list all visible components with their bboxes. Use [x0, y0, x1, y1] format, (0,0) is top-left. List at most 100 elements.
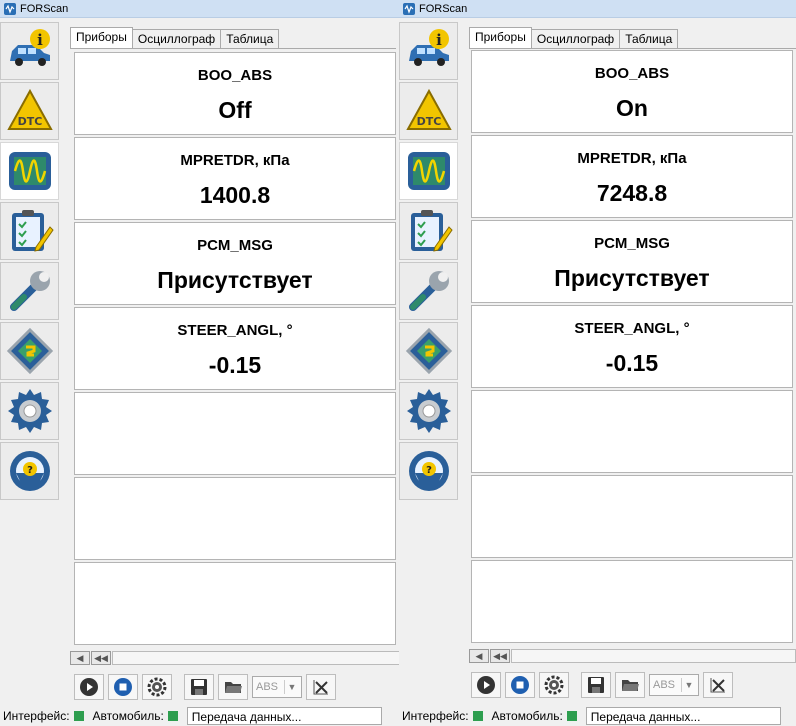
- tab-gauges[interactable]: Приборы: [70, 27, 133, 48]
- module-select-value: ABS: [653, 679, 676, 691]
- chevron-down-icon: ▼: [284, 680, 299, 694]
- gear-icon: [544, 675, 564, 695]
- gauge-panel-empty[interactable]: [74, 477, 396, 560]
- sidebar-item-oscilloscope[interactable]: [399, 142, 458, 200]
- gear-icon: [406, 389, 451, 433]
- gauge-panel[interactable]: MPRETDR, кПа 1400.8: [74, 137, 396, 220]
- sidebar-item-settings[interactable]: [399, 382, 458, 440]
- gauge-panel[interactable]: BOO_ABS Off: [74, 52, 396, 135]
- sidebar-item-tests[interactable]: [399, 202, 458, 260]
- app-icon: [4, 2, 16, 15]
- sidebar-item-service[interactable]: [0, 262, 59, 320]
- scroll-track[interactable]: [112, 651, 400, 665]
- sidebar-item-dtc[interactable]: DTC: [0, 82, 59, 140]
- sidebar-item-configuration[interactable]: [399, 322, 458, 380]
- sidebar-item-tests[interactable]: [0, 202, 59, 260]
- tab-table[interactable]: Таблица: [619, 29, 679, 48]
- scroll-track[interactable]: [511, 649, 796, 663]
- settings-button[interactable]: [142, 674, 172, 700]
- tab-divider: [469, 48, 796, 49]
- gauge-value: 7248.8: [596, 180, 668, 206]
- gauge-panel-empty[interactable]: [74, 392, 396, 475]
- help-steering-icon: ?: [408, 451, 449, 491]
- horizontal-scrollbar[interactable]: ◀ ◀◀: [469, 648, 796, 664]
- sidebar-item-help[interactable]: ?: [399, 442, 458, 500]
- sidebar: i DTC ?: [0, 22, 61, 502]
- car-info-icon: i: [9, 29, 50, 66]
- tab-table[interactable]: Таблица: [220, 29, 280, 48]
- svg-text:i: i: [37, 31, 43, 49]
- play-button[interactable]: [471, 672, 501, 698]
- interface-label: Интерфейс:: [402, 709, 469, 723]
- gauge-value: 1400.8: [199, 182, 271, 208]
- tab-bar: Приборы Осциллограф Таблица: [70, 27, 280, 48]
- play-icon: [477, 676, 495, 694]
- checklist-icon: [11, 210, 54, 252]
- stop-icon: [114, 678, 132, 696]
- module-select[interactable]: ABS ▼: [649, 674, 699, 696]
- sidebar-item-service[interactable]: [399, 262, 458, 320]
- gauge-label: BOO_ABS: [594, 65, 670, 82]
- stop-button[interactable]: [108, 674, 138, 700]
- gauge-panel[interactable]: STEER_ANGL, ° -0.15: [74, 307, 396, 390]
- save-button[interactable]: [581, 672, 611, 698]
- app-icon: [403, 2, 415, 15]
- tab-bar: Приборы Осциллограф Таблица: [469, 27, 679, 48]
- gauge-value: Присутствует: [554, 265, 710, 291]
- scroll-first-button[interactable]: ◀◀: [91, 651, 111, 665]
- vehicle-label: Автомобиль:: [491, 709, 563, 723]
- stop-button[interactable]: [505, 672, 535, 698]
- status-bar: Интерфейс: Автомобиль: Передача данных..…: [399, 706, 796, 726]
- gauge-label: PCM_MSG: [594, 235, 670, 252]
- gauge-panel-empty[interactable]: [471, 475, 793, 558]
- dtc-warning-icon: DTC: [405, 88, 452, 130]
- svg-text:?: ?: [27, 465, 33, 476]
- horizontal-scrollbar[interactable]: ◀ ◀◀: [70, 650, 400, 666]
- gauge-label: MPRETDR, кПа: [577, 150, 687, 167]
- sidebar-item-help[interactable]: ?: [0, 442, 59, 500]
- open-button[interactable]: [218, 674, 248, 700]
- gauge-panel[interactable]: PCM_MSG Присутствует: [471, 220, 793, 303]
- gauge-label: BOO_ABS: [197, 67, 273, 84]
- svg-text:i: i: [436, 31, 442, 49]
- svg-text:?: ?: [426, 465, 432, 476]
- scroll-left-button[interactable]: ◀: [469, 649, 489, 663]
- scroll-left-button[interactable]: ◀: [70, 651, 90, 665]
- title-bar: FORScan: [399, 0, 796, 18]
- app-title: FORScan: [419, 2, 468, 15]
- gauge-label: MPRETDR, кПа: [180, 152, 290, 169]
- open-button[interactable]: [615, 672, 645, 698]
- gauge-panel[interactable]: BOO_ABS On: [471, 50, 793, 133]
- sidebar-item-dtc[interactable]: DTC: [399, 82, 458, 140]
- gauge-panel[interactable]: PCM_MSG Присутствует: [74, 222, 396, 305]
- module-select[interactable]: ABS ▼: [252, 676, 302, 698]
- sidebar-item-configuration[interactable]: [0, 322, 59, 380]
- gauge-panel[interactable]: MPRETDR, кПа 7248.8: [471, 135, 793, 218]
- gauge-label: STEER_ANGL, °: [574, 320, 690, 337]
- play-button[interactable]: [74, 674, 104, 700]
- sidebar-item-settings[interactable]: [0, 382, 59, 440]
- wrench-icon: [408, 271, 449, 311]
- clear-chart-icon: [313, 680, 328, 695]
- status-message: Передача данных...: [585, 707, 781, 725]
- gauge-panel-empty[interactable]: [471, 390, 793, 473]
- sidebar-item-oscilloscope[interactable]: [0, 142, 59, 200]
- gauge-value: On: [616, 95, 648, 121]
- clear-button[interactable]: [703, 672, 733, 698]
- gauge-panel-empty[interactable]: [74, 562, 396, 645]
- svg-text:DTC: DTC: [416, 115, 441, 128]
- gauge-panel-empty[interactable]: [471, 560, 793, 643]
- settings-button[interactable]: [539, 672, 569, 698]
- sidebar-item-vehicle-info[interactable]: i: [399, 22, 458, 80]
- clear-button[interactable]: [306, 674, 336, 700]
- tab-oscilloscope[interactable]: Осциллограф: [131, 29, 222, 48]
- title-bar: FORScan: [0, 0, 400, 18]
- save-button[interactable]: [184, 674, 214, 700]
- stop-icon: [511, 676, 529, 694]
- gauge-value: Присутствует: [157, 267, 313, 293]
- tab-oscilloscope[interactable]: Осциллограф: [530, 29, 621, 48]
- tab-gauges[interactable]: Приборы: [469, 27, 532, 48]
- gauge-panel[interactable]: STEER_ANGL, ° -0.15: [471, 305, 793, 388]
- scroll-first-button[interactable]: ◀◀: [490, 649, 510, 663]
- sidebar-item-vehicle-info[interactable]: i: [0, 22, 59, 80]
